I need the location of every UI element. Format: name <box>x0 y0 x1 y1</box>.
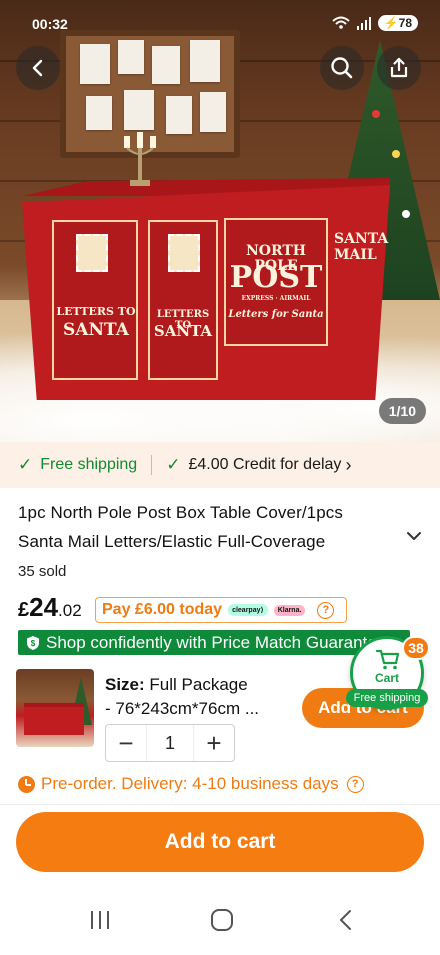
panel-right-line2: MAIL <box>334 247 377 263</box>
image-counter: 1/10 <box>378 398 426 424</box>
search-icon <box>331 57 353 79</box>
santa-stamp-icon <box>76 234 108 272</box>
table-text-script: Letters for Santa <box>228 309 324 320</box>
thumb-table <box>24 703 84 735</box>
back-button[interactable] <box>16 46 60 90</box>
cart-free-shipping-tag: Free shipping <box>346 689 428 707</box>
recent-apps-icon <box>91 911 109 929</box>
installment-box[interactable]: Pay £6.00 today clearpay⟩ Klarna. ? <box>95 597 347 623</box>
note <box>166 96 192 134</box>
pay-today-text: Pay £6.00 today <box>102 601 223 618</box>
klarna-logo: Klarna. <box>273 604 306 616</box>
note <box>190 40 220 82</box>
decrease-quantity-button[interactable]: − <box>106 725 146 761</box>
system-back-button[interactable] <box>326 905 366 935</box>
panel-mid-line2: SANTA <box>153 322 213 340</box>
size-value: Full Package <box>149 675 248 694</box>
panel-right-line1: SANTA <box>334 231 389 247</box>
product-image-gallery[interactable]: LETTERS TO SANTA LETTERS TO SANTA NORTH … <box>0 0 440 442</box>
note <box>80 44 110 84</box>
recent-apps-button[interactable] <box>80 905 120 935</box>
table-text-post: POST <box>229 260 323 295</box>
free-shipping-text: Free shipping <box>40 456 138 473</box>
sku-thumbnail[interactable] <box>16 669 94 747</box>
status-icons: ⚡78 <box>332 15 418 31</box>
wifi-icon <box>332 16 350 29</box>
increase-quantity-button[interactable]: + <box>194 725 234 761</box>
note <box>86 96 112 130</box>
size-selector[interactable]: Size: Full Package - 76*243cm*76cm ... <box>105 673 305 721</box>
signal-icon <box>356 17 371 30</box>
divider <box>151 455 153 475</box>
system-nav-bar <box>0 885 440 955</box>
home-icon <box>211 909 233 931</box>
panel-left-line1: LETTERS TO <box>56 305 136 318</box>
price-decimal: .02 <box>58 601 82 620</box>
battery-level: 78 <box>398 16 412 30</box>
note <box>124 90 154 130</box>
ornament <box>392 150 400 158</box>
help-icon[interactable]: ? <box>346 775 364 793</box>
note <box>200 92 226 132</box>
back-arrow-icon <box>340 910 351 930</box>
product-title[interactable]: 1pc North Pole Post Box Table Cover/1pcs… <box>18 498 388 556</box>
santa-stamp-icon <box>168 234 200 272</box>
table-panel-left <box>52 220 138 380</box>
status-bar: 00:32 ⚡78 <box>0 0 440 36</box>
ornament <box>372 110 380 118</box>
divider <box>0 804 440 805</box>
check-icon: ✓ <box>18 455 33 474</box>
price-match-text: Shop confidently with Price Match Guaran… <box>46 632 387 652</box>
price-whole: 24 <box>29 592 59 622</box>
ornament <box>402 210 410 218</box>
chevron-left-icon <box>32 59 43 77</box>
quantity-value[interactable]: 1 <box>146 725 194 761</box>
candelabra-icon <box>124 132 156 186</box>
credit-text: £4.00 Credit for delay <box>188 456 342 473</box>
check-icon: ✓ <box>166 455 181 474</box>
shipping-strip[interactable]: ✓ Free shipping ✓ £4.00 Credit for delay… <box>0 442 440 488</box>
price: £24.02 <box>18 592 82 623</box>
cart-label: Cart <box>374 671 399 685</box>
add-to-cart-button[interactable]: Add to cart <box>16 812 424 872</box>
cart-icon <box>376 649 400 670</box>
clock-icon <box>18 775 35 793</box>
delivery-text: Pre-order. Delivery: 4-10 business days <box>41 774 339 793</box>
price-match-banner[interactable]: $ Shop confidently with Price Match Guar… <box>18 630 410 655</box>
table-text-express: EXPRESS · AIRMAIL <box>241 295 311 302</box>
note <box>118 40 144 74</box>
help-icon[interactable]: ? <box>317 601 335 619</box>
note <box>152 46 180 84</box>
sold-count: 35 sold <box>18 563 67 580</box>
svg-text:$: $ <box>31 639 36 648</box>
clearpay-logo: clearpay⟩ <box>228 604 268 616</box>
cart-count-badge: 38 <box>402 636 430 660</box>
battery-indicator: ⚡78 <box>377 15 418 31</box>
home-button[interactable] <box>202 905 242 935</box>
size-label: Size: <box>105 675 145 694</box>
table-panel-mid <box>148 220 218 380</box>
panel-left-line2: SANTA <box>63 320 129 340</box>
title-fade <box>340 527 390 556</box>
chevron-right-icon: › <box>345 454 352 475</box>
size-detail: - 76*243cm*76cm ... <box>105 699 260 718</box>
delivery-info[interactable]: Pre-order. Delivery: 4-10 business days … <box>18 774 364 794</box>
quantity-stepper[interactable]: − 1 + <box>105 724 235 762</box>
search-button[interactable] <box>320 46 364 90</box>
price-currency: £ <box>18 599 30 621</box>
shield-icon: $ <box>27 635 39 650</box>
status-time: 00:32 <box>32 16 68 32</box>
product-title-line1: 1pc North Pole Post Box Table Cover/1pcs <box>18 503 343 522</box>
product-title-line2: Santa Mail Letters/Elastic Full-Coverage <box>18 532 326 551</box>
share-button[interactable] <box>377 46 421 90</box>
share-icon <box>390 57 408 78</box>
chevron-down-icon[interactable] <box>404 526 424 546</box>
